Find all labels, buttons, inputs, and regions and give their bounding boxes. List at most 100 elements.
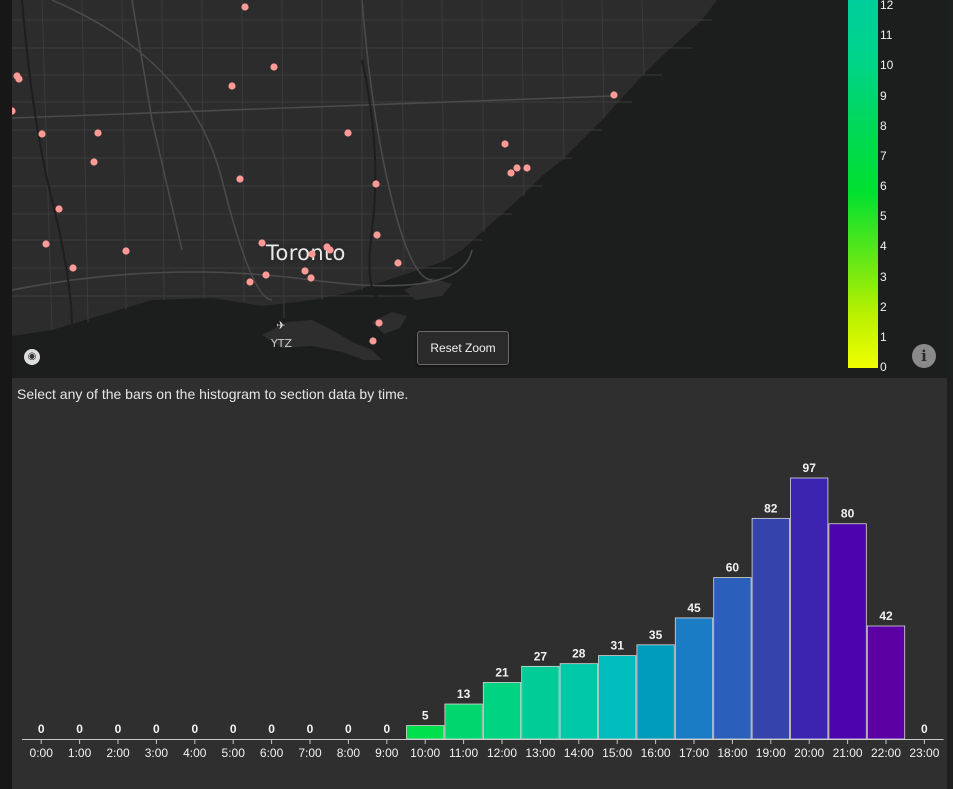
legend-tick-label: 12: [880, 0, 894, 12]
x-tick-label: 19:00: [756, 746, 786, 760]
map-point[interactable]: [270, 63, 278, 71]
x-tick-label: 16:00: [641, 746, 671, 760]
left-gutter: [0, 0, 12, 789]
histogram-bar[interactable]: [521, 665, 560, 740]
legend-tick-label: 9: [880, 88, 887, 103]
map-view[interactable]: Toronto ✈ YTZ ◉ Reset Zoom 0 1 2 3 4 5 6 7 8 9 10 1…: [12, 0, 948, 378]
map-point[interactable]: [69, 264, 77, 272]
map-point[interactable]: [42, 240, 50, 248]
x-tick-label: 0:00: [30, 746, 54, 760]
bar-value-label: 0: [230, 722, 237, 736]
legend-gradient: [848, 0, 878, 368]
histogram-bar[interactable]: [406, 725, 445, 740]
x-tick-label: 23:00: [909, 746, 939, 760]
map-point[interactable]: [610, 91, 618, 99]
x-tick-label: 18:00: [717, 746, 747, 760]
histogram-bar[interactable]: [598, 655, 637, 740]
bar-value-label: 0: [76, 722, 83, 736]
legend-tick-label: 10: [880, 58, 894, 73]
map-point[interactable]: [258, 239, 266, 247]
bar-value-label: 80: [841, 507, 855, 521]
x-tick-label: 12:00: [487, 746, 517, 760]
bar-value-label: 5: [422, 709, 429, 723]
x-tick-label: 22:00: [871, 746, 901, 760]
map-point[interactable]: [372, 180, 380, 188]
map-point[interactable]: [501, 140, 509, 148]
info-icon[interactable]: i: [912, 344, 936, 368]
histogram-bar[interactable]: [674, 617, 714, 740]
x-tick-label: 20:00: [794, 746, 824, 760]
legend-tick-label: 2: [880, 299, 887, 314]
bar-value-label: 0: [345, 722, 352, 736]
x-tick-label: 14:00: [564, 746, 594, 760]
map-point[interactable]: [513, 164, 521, 172]
map-point[interactable]: [326, 246, 334, 254]
map-point[interactable]: [394, 259, 402, 267]
histogram-bar[interactable]: [751, 517, 790, 740]
bar-value-label: 0: [921, 722, 928, 736]
bar-value-label: 35: [649, 628, 663, 642]
x-tick-label: 10:00: [410, 746, 440, 760]
map-point[interactable]: [523, 164, 531, 172]
histogram-chart[interactable]: 0 0:00 0 1:00 0 2:00 0 3:00 0 4:00 0 5:00 0 6:00 0 7:00…: [12, 378, 947, 789]
histogram-bar[interactable]: [790, 477, 829, 740]
histogram-bar[interactable]: [482, 682, 522, 740]
x-tick-label: 4:00: [183, 746, 207, 760]
histogram-bar[interactable]: [636, 644, 675, 740]
map-point[interactable]: [308, 250, 316, 258]
histogram-bar[interactable]: [828, 523, 867, 740]
map-point[interactable]: [236, 175, 244, 183]
map-point[interactable]: [369, 337, 377, 345]
map-point[interactable]: [122, 247, 130, 255]
legend-tick-label: 1: [880, 329, 887, 344]
map-point[interactable]: [12, 107, 16, 115]
map-point[interactable]: [241, 3, 249, 11]
legend-tick-label: 5: [880, 209, 887, 224]
histogram-bar[interactable]: [559, 663, 598, 740]
map-point[interactable]: [307, 274, 315, 282]
map-point[interactable]: [228, 82, 236, 90]
histogram-bar[interactable]: [444, 703, 483, 740]
x-tick-label: 15:00: [602, 746, 632, 760]
histogram-bar[interactable]: [866, 625, 906, 740]
map-point[interactable]: [246, 278, 254, 286]
histogram-bar[interactable]: [713, 577, 752, 740]
map-point[interactable]: [90, 158, 98, 166]
map-point[interactable]: [94, 129, 102, 137]
x-tick-label: 8:00: [337, 746, 361, 760]
bar-value-label: 0: [191, 722, 198, 736]
map-point[interactable]: [301, 267, 309, 275]
bar-value-label: 0: [268, 722, 275, 736]
bar-value-label: 13: [457, 687, 471, 701]
x-tick-label: 9:00: [375, 746, 399, 760]
map-points-layer: [12, 3, 618, 345]
map-point[interactable]: [373, 231, 381, 239]
histogram-panel: Select any of the bars on the histogram …: [12, 378, 947, 789]
legend-tick-label: 0: [880, 360, 887, 374]
map-point[interactable]: [55, 205, 63, 213]
map-point[interactable]: [262, 271, 270, 279]
bar-value-label: 0: [383, 722, 390, 736]
bar-value-label: 42: [879, 609, 893, 623]
legend-tick-label: 6: [880, 179, 887, 193]
map-point[interactable]: [38, 130, 46, 138]
bar-value-label: 0: [38, 722, 45, 736]
bar-value-label: 60: [726, 561, 740, 575]
bar-value-label: 0: [153, 722, 160, 736]
x-tick-label: 1:00: [68, 746, 92, 760]
map-point[interactable]: [344, 129, 352, 137]
bar-value-label: 28: [572, 647, 586, 661]
map-point[interactable]: [375, 319, 383, 327]
x-tick-label: 3:00: [145, 746, 169, 760]
x-tick-label: 6:00: [260, 746, 284, 760]
map-point[interactable]: [507, 169, 515, 177]
x-tick-label: 5:00: [222, 746, 246, 760]
bar-value-label: 0: [307, 722, 314, 736]
bar-value-label: 0: [115, 722, 122, 736]
x-tick-label: 11:00: [449, 746, 478, 760]
reset-zoom-button[interactable]: Reset Zoom: [417, 331, 509, 365]
legend-tick-label: 7: [880, 148, 887, 163]
bar-value-label: 97: [803, 461, 817, 475]
bar-value-label: 27: [534, 649, 548, 663]
map-point[interactable]: [15, 75, 23, 83]
